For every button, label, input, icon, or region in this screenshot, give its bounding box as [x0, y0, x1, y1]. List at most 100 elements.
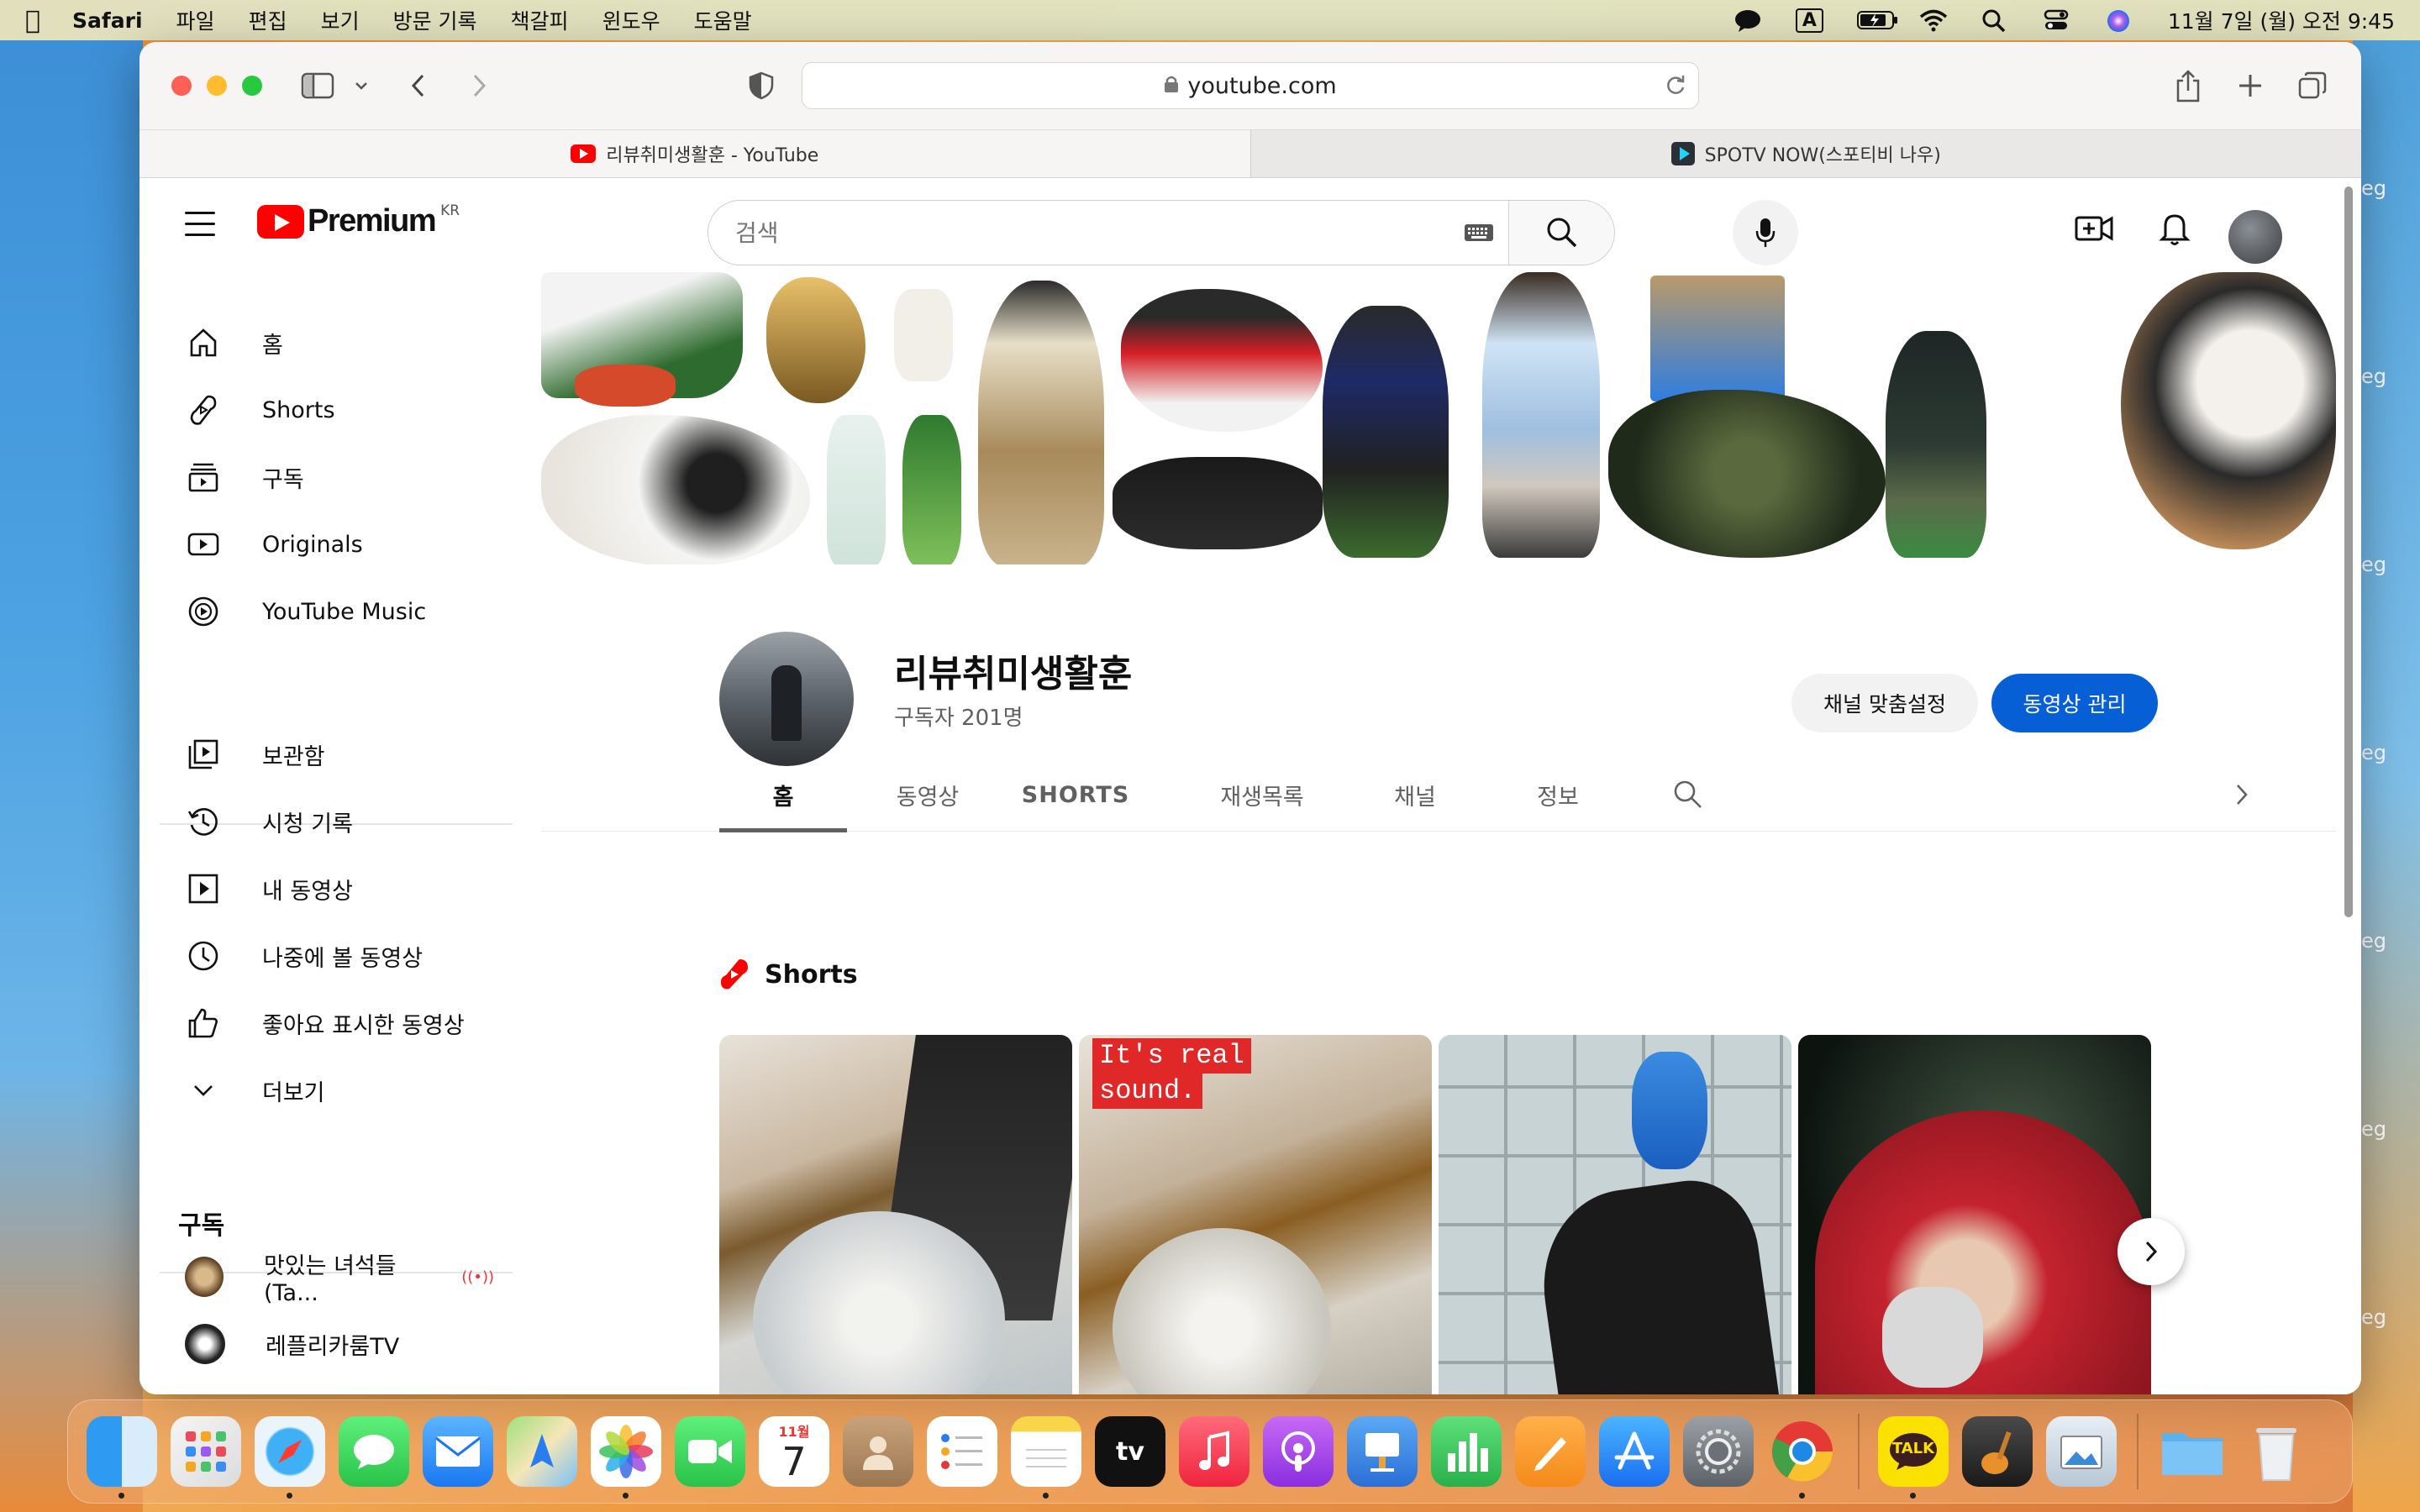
maps-icon[interactable] — [507, 1416, 577, 1487]
safari-icon[interactable] — [255, 1416, 325, 1499]
tab-shorts[interactable]: SHORTS — [1008, 758, 1143, 832]
sidebar-item-show-more[interactable]: 더보기 — [160, 1057, 494, 1124]
calendar-icon[interactable]: 11월 7 — [759, 1416, 829, 1487]
short-thumbnail[interactable] — [719, 1035, 1072, 1394]
app-store-icon[interactable] — [1599, 1416, 1670, 1487]
menu-edit[interactable]: 편집 — [249, 5, 287, 35]
address-bar[interactable]: youtube.com — [802, 62, 1699, 109]
sidebar-item-library[interactable]: 보관함 — [160, 721, 494, 788]
close-window-button[interactable] — [171, 76, 192, 96]
create-video-icon[interactable] — [2074, 208, 2114, 249]
sidebar-item-home[interactable]: 홈 — [160, 309, 494, 376]
menu-file[interactable]: 파일 — [176, 5, 215, 35]
keynote-icon[interactable] — [1347, 1416, 1418, 1487]
subscription-item[interactable]: 레플리카룸TV — [160, 1310, 494, 1378]
page-scrollbar[interactable] — [2341, 178, 2356, 1394]
finder-icon[interactable] — [87, 1416, 157, 1499]
tabs-scroll-right-icon[interactable] — [2217, 758, 2267, 832]
tab-overview-icon[interactable] — [2294, 67, 2331, 104]
zoom-window-button[interactable] — [242, 76, 262, 96]
battery-icon[interactable] — [1856, 8, 1897, 32]
youtube-premium-logo[interactable]: Premium KR — [257, 202, 460, 239]
messages-icon[interactable] — [339, 1416, 409, 1487]
menu-window[interactable]: 윈도우 — [602, 5, 660, 35]
subscription-item[interactable]: 맛있는 녀석들 (Ta... ((•)) — [160, 1243, 494, 1310]
spotlight-search-icon[interactable] — [1981, 8, 2010, 33]
trash-icon[interactable] — [2241, 1416, 2312, 1487]
sidebar-toggle-icon[interactable] — [299, 67, 336, 104]
dock-separator — [2137, 1414, 2139, 1489]
launchpad-icon[interactable] — [171, 1416, 241, 1487]
sidebar-item-your-videos[interactable]: 내 동영상 — [160, 855, 494, 922]
apple-menu-icon[interactable]:  — [25, 6, 40, 35]
photos-icon[interactable] — [591, 1416, 661, 1499]
siri-icon[interactable] — [2106, 8, 2134, 32]
menu-view[interactable]: 보기 — [321, 5, 360, 35]
sidebar-item-youtube-music[interactable]: YouTube Music — [160, 578, 494, 645]
menu-clock[interactable]: 11월 7일 (월) 오전 9:45 — [2168, 5, 2395, 35]
short-thumbnail[interactable] — [1439, 1035, 1791, 1394]
chrome-icon[interactable] — [1767, 1416, 1838, 1499]
notes-icon[interactable] — [1011, 1416, 1081, 1499]
control-center-icon[interactable] — [2044, 8, 2072, 32]
kakaotalk-icon[interactable]: TALK — [1878, 1416, 1949, 1499]
sidebar-item-shorts[interactable]: Shorts — [160, 376, 494, 444]
menu-bookmarks[interactable]: 책갈피 — [511, 5, 569, 35]
downloads-folder-icon[interactable] — [2157, 1416, 2228, 1487]
menu-app-name[interactable]: Safari — [72, 8, 143, 33]
contacts-icon[interactable] — [843, 1416, 913, 1487]
account-avatar[interactable] — [2228, 210, 2282, 264]
mail-icon[interactable] — [423, 1416, 493, 1487]
menu-history[interactable]: 방문 기록 — [393, 5, 477, 35]
garageband-icon[interactable] — [1962, 1416, 2033, 1487]
tab-about[interactable]: 정보 — [1507, 758, 1608, 832]
system-settings-icon[interactable] — [1683, 1416, 1754, 1487]
sidebar-item-originals[interactable]: Originals — [160, 511, 494, 578]
customize-channel-button[interactable]: 채널 맞춤설정 — [1791, 674, 1978, 732]
tab-channels[interactable]: 채널 — [1365, 758, 1465, 832]
wifi-icon[interactable] — [1919, 8, 1948, 32]
pages-icon[interactable] — [1515, 1416, 1586, 1487]
numbers-icon[interactable] — [1431, 1416, 1502, 1487]
forward-button[interactable] — [460, 67, 497, 104]
tab-home[interactable]: 홈 — [719, 758, 847, 832]
menu-help[interactable]: 도움말 — [694, 5, 752, 35]
podcasts-icon[interactable] — [1263, 1416, 1334, 1487]
hamburger-menu-icon[interactable] — [185, 212, 215, 236]
search-input[interactable] — [708, 201, 1449, 265]
sidebar-item-liked-videos[interactable]: 좋아요 표시한 동영상 — [160, 990, 494, 1057]
preview-icon[interactable] — [2046, 1416, 2117, 1487]
sidebar-item-history[interactable]: 시청 기록 — [160, 788, 494, 855]
tab-youtube[interactable]: 리뷰취미생활훈 - YouTube — [139, 130, 1250, 177]
sidebar-item-subscriptions[interactable]: 구독 — [160, 444, 494, 511]
channel-avatar-large[interactable] — [719, 632, 854, 766]
privacy-shield-icon[interactable] — [743, 67, 780, 104]
keyboard-icon[interactable] — [1449, 201, 1508, 265]
tab-spotv[interactable]: SPOTV NOW(스포티비 나우) — [1249, 130, 2362, 177]
tab-videos[interactable]: 동영상 — [869, 758, 986, 832]
reminders-icon[interactable] — [927, 1416, 997, 1487]
short-thumbnail[interactable]: It's real sound. — [1079, 1035, 1432, 1394]
sidebar-menu-chevron-icon[interactable] — [343, 67, 380, 104]
sidebar-item-watch-later[interactable]: 나중에 볼 동영상 — [160, 922, 494, 990]
short-thumbnail[interactable] — [1798, 1035, 2151, 1394]
minimize-window-button[interactable] — [207, 76, 227, 96]
shorts-icon — [185, 391, 222, 428]
music-icon[interactable] — [1179, 1416, 1249, 1487]
manage-videos-button[interactable]: 동영상 관리 — [1991, 674, 2158, 732]
facetime-icon[interactable] — [675, 1416, 745, 1487]
search-button[interactable] — [1508, 201, 1614, 265]
channel-search-icon[interactable] — [1650, 758, 1726, 832]
apple-tv-icon[interactable]: tv — [1095, 1416, 1165, 1487]
reload-icon[interactable] — [1665, 73, 1686, 102]
input-source-icon[interactable]: A — [1795, 8, 1823, 33]
voice-search-button[interactable] — [1733, 200, 1798, 265]
back-button[interactable] — [400, 67, 437, 104]
shorts-next-button[interactable] — [2118, 1218, 2185, 1285]
tab-title: 리뷰취미생활훈 - YouTube — [606, 145, 819, 166]
new-tab-icon[interactable] — [2232, 67, 2269, 104]
notifications-bell-icon[interactable] — [2154, 208, 2195, 249]
share-icon[interactable] — [2170, 67, 2207, 104]
messages-status-icon[interactable] — [1733, 8, 1762, 32]
tab-playlists[interactable]: 재생목록 — [1195, 758, 1329, 832]
